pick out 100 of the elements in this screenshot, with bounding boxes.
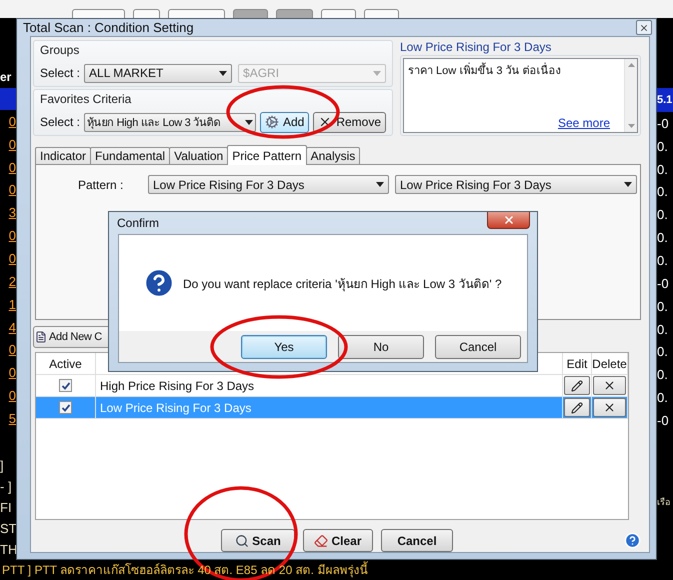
criteria-title: Low Price Rising For 3 Days (400, 40, 552, 55)
dialog-button[interactable]: No (338, 334, 424, 358)
pencil-icon (571, 402, 583, 414)
change-cell-text: 0. (657, 320, 669, 339)
close-icon (603, 379, 616, 392)
confirm-message: Do you want replace criteria 'หุ้นยก High และ Low 3 วันติด' ? (183, 276, 502, 292)
dropdown-arrow-icon (244, 120, 253, 124)
pattern-label: Pattern : (78, 178, 124, 192)
close-icon (502, 214, 514, 226)
dropdown-arrow-icon (624, 182, 632, 187)
dialog-title: Confirm (117, 216, 160, 230)
edit-button[interactable] (564, 376, 590, 395)
toolbar-button[interactable] (364, 9, 399, 18)
dialog-button[interactable]: Cancel (435, 334, 521, 358)
news-tag: ST (0, 518, 16, 539)
price-cell-text: 4 (8, 318, 16, 337)
change-cell-text: 0. (657, 229, 669, 248)
tab[interactable]: Fundamental (90, 147, 170, 165)
delete-button[interactable] (593, 398, 626, 417)
price-cell-text: 3 (8, 204, 16, 222)
close-icon (603, 401, 616, 414)
change-cell-text: 0. (657, 343, 669, 362)
tab[interactable]: Analysis (306, 147, 360, 165)
news-tag: FI (0, 497, 16, 518)
table-header-band (0, 88, 16, 110)
dropdown-arrow-icon (219, 70, 228, 76)
group-dropdown[interactable]: ALL MARKET (84, 64, 232, 82)
tab[interactable]: Indicator (35, 147, 92, 165)
checkbox[interactable] (59, 379, 72, 392)
select-label: Select : (40, 115, 80, 129)
price-cell-text: 0 (8, 341, 16, 360)
price-cell-text: 0 (8, 136, 16, 154)
price-cell-text: 0 (8, 387, 16, 406)
column-header: 5.1 (657, 88, 673, 112)
select-label: Select : (40, 66, 80, 80)
change-cell-text: -0 (657, 412, 670, 430)
dialog-button[interactable]: Yes (241, 334, 327, 358)
news-tag: - ] (0, 476, 16, 497)
window-title: Total Scan : Condition Setting (23, 20, 194, 35)
column-header: Active (36, 353, 96, 375)
tab[interactable]: Price Pattern (227, 145, 307, 165)
column-header: er (0, 69, 12, 86)
delete-button[interactable] (593, 376, 626, 395)
price-cell-text: 2 (8, 272, 16, 291)
scrollbar[interactable] (624, 59, 637, 132)
column-header: Edit (563, 353, 592, 375)
change-cell-text: 0. (657, 138, 669, 156)
dropdown-arrow-icon (376, 182, 384, 187)
change-cell-text: 0. (657, 366, 669, 384)
see-more-link[interactable]: See more (558, 116, 610, 130)
change-cell-text: 0. (657, 183, 669, 202)
favorites-dropdown[interactable]: หุ้นยก High และ Low 3 วันติด (84, 112, 256, 132)
toolbar-button[interactable] (168, 9, 225, 18)
pencil-icon (571, 380, 583, 392)
scroll-down-icon[interactable] (628, 124, 634, 128)
add-button[interactable]: Add (260, 112, 310, 132)
toolbar-button[interactable] (133, 9, 160, 18)
change-cell-text: 0. (657, 252, 669, 270)
pattern-dropdown[interactable]: Low Price Rising For 3 Days (148, 175, 389, 194)
toolbar-button[interactable] (72, 9, 125, 18)
favorites-label: Favorites Criteria (40, 92, 132, 106)
change-cell-text: 0. (657, 160, 669, 179)
change-cell-text: 0. (657, 206, 669, 224)
close-button[interactable] (487, 212, 530, 229)
close-button[interactable] (636, 20, 652, 35)
pattern-dropdown[interactable]: Low Price Rising For 3 Days (395, 175, 637, 194)
close-icon (639, 22, 649, 32)
change-cell-text: -0 (657, 114, 670, 133)
change-cell-text: 0. (657, 389, 669, 408)
cancel-button[interactable]: Cancel (381, 529, 453, 552)
scroll-up-icon[interactable] (628, 63, 634, 67)
toolbar-button[interactable] (321, 9, 356, 18)
criteria-name-cell[interactable]: High Price Rising For 3 Days (96, 375, 563, 397)
search-icon (235, 534, 250, 548)
price-cell-text: 0 (8, 112, 16, 131)
price-cell-text: 5 (8, 410, 16, 428)
column-header: Delete (592, 353, 628, 375)
price-cell-text: 0 (8, 227, 16, 246)
price-cell-text: 1 (8, 296, 16, 314)
price-cell-text: 0 (8, 250, 16, 268)
edit-button[interactable] (564, 398, 590, 417)
scan-button[interactable]: Scan (221, 529, 295, 552)
remove-button[interactable]: Remove (313, 112, 386, 132)
price-cell-text: 0 (8, 364, 16, 382)
news-text: เรือ (657, 496, 671, 508)
clear-button[interactable]: Clear (303, 529, 373, 552)
document-icon (35, 331, 47, 343)
news-tag: ] (0, 455, 16, 476)
tab[interactable]: Valuation (169, 147, 228, 165)
change-cell-text: -0 (657, 274, 670, 293)
dropdown-arrow-icon (373, 70, 381, 76)
help-icon[interactable] (624, 532, 641, 549)
gear-icon (264, 115, 279, 129)
eraser-icon (314, 534, 328, 548)
change-cell-text: 0. (657, 298, 669, 316)
price-cell-text: 0 (8, 181, 16, 200)
description-field[interactable]: ราคา Low เพิ่มขึ้น 3 วัน ต่อเนื่อง See more (403, 58, 638, 133)
groups-label: Groups (40, 43, 80, 57)
checkbox[interactable] (59, 401, 72, 414)
price-cell-text: 0 (8, 158, 16, 177)
